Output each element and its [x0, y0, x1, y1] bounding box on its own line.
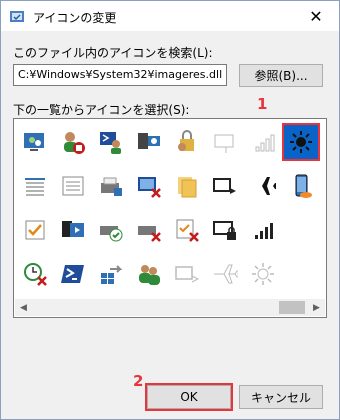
cancel-button[interactable]: キャンセル	[239, 385, 323, 409]
signal-bars-icon[interactable]	[246, 213, 280, 247]
drive-blocked-icon[interactable]	[132, 213, 166, 247]
powershell-icon[interactable]	[56, 257, 90, 291]
scroll-thumb[interactable]	[279, 301, 305, 314]
clock-blocked-icon[interactable]	[18, 257, 52, 291]
window-title: アイコンの変更	[33, 11, 117, 25]
file-path-input[interactable]: C:¥Windows¥System32¥imageres.dll	[13, 64, 227, 86]
scroll-right-icon[interactable]: ▶	[308, 299, 325, 316]
title-bar: アイコンの変更 ✕	[1, 1, 339, 31]
icon-list[interactable]: ◀ ▶	[13, 118, 327, 318]
airplane-icon[interactable]	[246, 169, 280, 203]
sun-outline-icon[interactable]	[246, 257, 280, 291]
monitor-arrow-icon[interactable]	[208, 169, 242, 203]
file-search-label: このファイル内のアイコンを検索(L):	[13, 46, 213, 60]
windows-share-icon[interactable]	[94, 257, 128, 291]
brightness-sun-icon[interactable]	[282, 123, 320, 161]
annotation-marker-2: 2	[133, 372, 144, 390]
remote-desktop-icon[interactable]	[132, 125, 166, 159]
powershell-user-icon[interactable]	[94, 125, 128, 159]
media-display-icon[interactable]	[56, 213, 90, 247]
screen-blocked-icon[interactable]	[132, 169, 166, 203]
user-blocked-icon[interactable]	[56, 125, 90, 159]
icon-list-label: 下の一覧からアイコンを選択(S):	[13, 103, 190, 117]
lock-key-user-icon[interactable]	[170, 125, 204, 159]
phone-icon[interactable]	[284, 169, 318, 203]
checkbox-icon[interactable]	[18, 213, 52, 247]
folder-settings-icon	[10, 11, 24, 22]
drive-check-icon[interactable]	[94, 213, 128, 247]
sign-outline-icon[interactable]	[208, 125, 242, 159]
change-icon-dialog: アイコンの変更 ✕ このファイル内のアイコンを検索(L): C:¥Windows…	[0, 0, 340, 420]
printer-network-icon[interactable]	[94, 169, 128, 203]
checklist-blocked-icon[interactable]	[170, 213, 204, 247]
ruler-icon[interactable]	[18, 169, 52, 203]
network-center-icon[interactable]	[18, 125, 52, 159]
monitor-arrow-outline-icon[interactable]	[170, 257, 204, 291]
close-icon: ✕	[309, 6, 323, 26]
signal-outline-icon[interactable]	[246, 125, 280, 159]
form-list-icon[interactable]	[56, 169, 90, 203]
users-icon[interactable]	[132, 257, 166, 291]
screen-lock-icon[interactable]	[208, 213, 242, 247]
browse-button[interactable]: 参照(B)...	[239, 64, 323, 87]
horizontal-scrollbar[interactable]: ◀ ▶	[15, 299, 325, 316]
ok-button[interactable]: OK	[145, 383, 233, 411]
airplane-outline-icon[interactable]	[208, 257, 242, 291]
annotation-marker-1: 1	[257, 95, 268, 113]
scroll-left-icon[interactable]: ◀	[15, 299, 32, 316]
close-button[interactable]: ✕	[293, 1, 339, 31]
folders-icon[interactable]	[170, 169, 204, 203]
